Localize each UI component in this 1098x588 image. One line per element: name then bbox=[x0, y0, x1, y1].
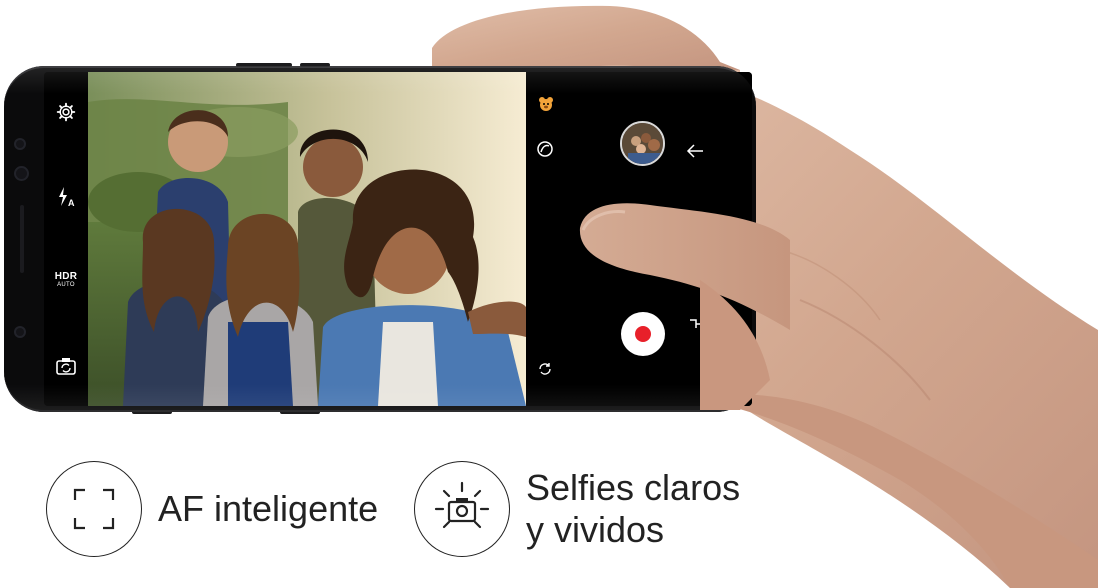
feature-smart-af: AF inteligente bbox=[46, 461, 378, 557]
feature-label-line1: Selfies claros bbox=[526, 467, 741, 508]
feature-bright-selfies: Selfies claros y vividos bbox=[414, 461, 740, 557]
thumb bbox=[579, 203, 790, 330]
feature-label-line2: y vividos bbox=[526, 509, 665, 550]
bright-camera-icon bbox=[434, 481, 490, 529]
feature-label: Selfies claros y vividos bbox=[526, 467, 740, 551]
feature-icon-circle bbox=[46, 461, 142, 557]
feature-icon-circle bbox=[414, 461, 510, 557]
autofocus-frame-icon bbox=[73, 488, 115, 530]
feature-label: AF inteligente bbox=[158, 488, 379, 529]
